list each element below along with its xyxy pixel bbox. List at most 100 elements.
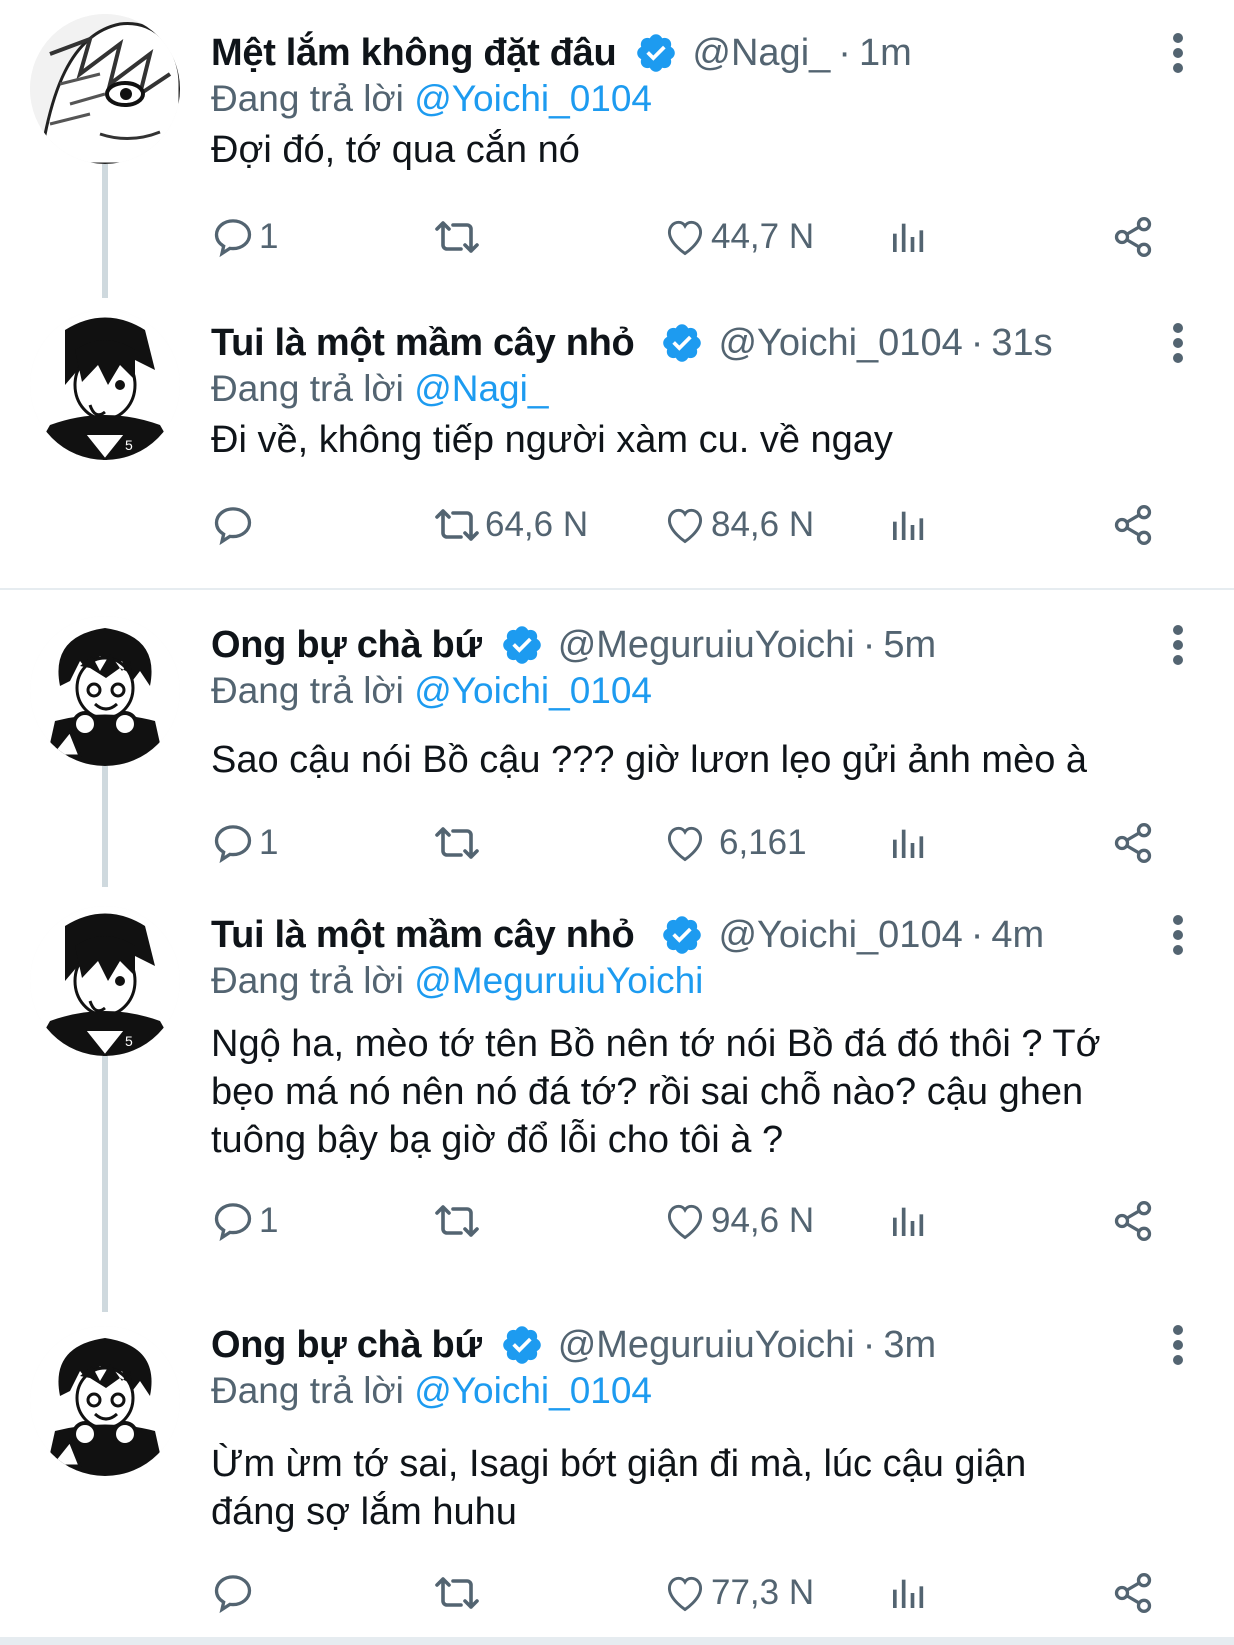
separator: · xyxy=(862,1323,876,1366)
tweet[interactable]: Ong bự chà bứ @MeguruiuYoichi · 3m Đang … xyxy=(0,1306,1234,1636)
more-options-icon[interactable] xyxy=(1166,622,1190,666)
avatar-white-hair-icon xyxy=(30,14,180,164)
tweet-text: Sao cậu nói Bồ cậu ??? giờ lươn lẹo gửi … xyxy=(211,739,1088,781)
views-button[interactable] xyxy=(888,212,928,262)
verified-badge-icon xyxy=(634,31,678,75)
retweet-button[interactable] xyxy=(433,1196,485,1246)
action-bar: 1 94,6 N xyxy=(211,1196,1161,1246)
retweet-icon xyxy=(433,213,481,261)
avatar-dark-hair-icon xyxy=(30,310,180,460)
like-button[interactable]: 94,6 N xyxy=(663,1196,814,1246)
timestamp[interactable]: 4m xyxy=(991,914,1044,957)
reply-button[interactable]: 1 xyxy=(211,818,278,868)
like-button[interactable]: 6,161 xyxy=(663,818,807,868)
reply-mention[interactable]: @Yoichi_0104 xyxy=(414,1370,652,1411)
reply-button[interactable]: 1 xyxy=(211,212,278,262)
separator: · xyxy=(970,913,984,956)
tweet-text-line: đáng sợ lắm huhu xyxy=(211,1491,517,1533)
share-button[interactable] xyxy=(1111,818,1155,868)
handle[interactable]: @Yoichi_0104 xyxy=(718,914,962,957)
handle[interactable]: @Nagi_ xyxy=(692,32,830,75)
retweet-button[interactable] xyxy=(433,212,485,262)
avatar[interactable] xyxy=(30,310,180,460)
tweet[interactable]: Tui là một mầm cây nhỏ @Yoichi_0104 · 31… xyxy=(0,304,1234,574)
views-button[interactable] xyxy=(888,500,928,550)
views-icon xyxy=(888,505,928,545)
tweet-text-line: Ngộ ha, mèo tớ tên Bồ nên tớ nói Bồ đá đ… xyxy=(211,1023,1101,1065)
timestamp[interactable]: 5m xyxy=(883,624,936,667)
views-icon xyxy=(888,1573,928,1613)
reply-mention[interactable]: @Yoichi_0104 xyxy=(414,670,652,711)
share-button[interactable] xyxy=(1111,1568,1155,1618)
like-button[interactable]: 44,7 N xyxy=(663,212,814,262)
avatar[interactable] xyxy=(30,906,180,1056)
tweet-text-line: bẹo má nó nên nó đá tớ? rồi sai chỗ nào?… xyxy=(211,1071,1084,1113)
share-icon xyxy=(1111,821,1155,865)
reply-mention[interactable]: @Yoichi_0104 xyxy=(414,78,652,119)
views-button[interactable] xyxy=(888,1196,928,1246)
replying-prefix: Đang trả lời xyxy=(211,960,404,1001)
like-button[interactable]: 84,6 N xyxy=(663,500,814,550)
heart-icon xyxy=(663,1571,707,1615)
separator: · xyxy=(838,31,851,74)
replying-prefix: Đang trả lời xyxy=(211,670,404,711)
retweet-button[interactable]: 64,6 N xyxy=(433,500,588,550)
share-button[interactable] xyxy=(1111,1196,1155,1246)
verified-badge-icon xyxy=(500,1323,544,1367)
heart-icon xyxy=(663,821,707,865)
display-name[interactable]: Tui là một mầm cây nhỏ xyxy=(211,322,635,365)
tweet-text: Ngộ ha, mèo tớ tên Bồ nên tớ nói Bồ đá đ… xyxy=(211,1020,1191,1164)
display-name[interactable]: Mệt lắm không đặt đâu xyxy=(211,32,617,75)
handle[interactable]: @MeguruiuYoichi xyxy=(558,1324,855,1367)
display-name[interactable]: Ong bự chà bứ xyxy=(211,1324,482,1367)
handle[interactable]: @Yoichi_0104 xyxy=(718,322,962,365)
views-button[interactable] xyxy=(888,818,928,868)
like-count: 94,6 N xyxy=(711,1201,815,1240)
retweet-button[interactable] xyxy=(433,818,485,868)
timestamp[interactable]: 31s xyxy=(991,322,1052,365)
views-button[interactable] xyxy=(888,1568,928,1618)
separator: · xyxy=(970,321,984,364)
views-icon xyxy=(888,217,928,257)
retweet-button[interactable] xyxy=(433,1568,485,1618)
share-button[interactable] xyxy=(1111,212,1155,262)
display-name[interactable]: Tui là một mầm cây nhỏ xyxy=(211,914,635,957)
more-options-icon[interactable] xyxy=(1166,1322,1190,1366)
avatar[interactable] xyxy=(30,1326,180,1476)
tweet[interactable]: Tui là một mầm cây nhỏ @Yoichi_0104 · 4m… xyxy=(0,896,1234,1256)
timestamp[interactable]: 1m xyxy=(859,32,912,75)
avatar[interactable] xyxy=(30,616,180,766)
retweet-icon xyxy=(433,1569,481,1617)
share-button[interactable] xyxy=(1111,500,1155,550)
reply-button[interactable] xyxy=(211,500,259,550)
reply-mention[interactable]: @Nagi_ xyxy=(414,368,548,409)
like-count: 44,7 N xyxy=(711,217,815,256)
reply-mention[interactable]: @MeguruiuYoichi xyxy=(414,960,703,1001)
views-icon xyxy=(888,823,928,863)
heart-icon xyxy=(663,1199,707,1243)
reply-count: 1 xyxy=(259,823,279,862)
action-bar: 64,6 N 84,6 N xyxy=(211,500,1161,550)
bottom-divider xyxy=(0,1637,1234,1645)
timestamp[interactable]: 3m xyxy=(883,1324,936,1367)
tweet-text: Ừm ừm tớ sai, Isagi bớt giận đi mà, lúc … xyxy=(211,1440,1191,1536)
tweet[interactable]: Mệt lắm không đặt đâu @Nagi_ · 1m Đang t… xyxy=(0,14,1234,294)
action-bar: 77,3 N xyxy=(211,1568,1161,1618)
replying-prefix: Đang trả lời xyxy=(211,1370,404,1411)
replying-prefix: Đang trả lời xyxy=(211,78,404,119)
handle[interactable]: @MeguruiuYoichi xyxy=(558,624,855,667)
replying-to: Đang trả lời @Yoichi_0104 xyxy=(211,78,652,120)
action-bar: 1 44,7 N xyxy=(211,212,1161,262)
avatar[interactable] xyxy=(30,14,180,164)
avatar-headphones-icon xyxy=(30,1326,180,1476)
display-name[interactable]: Ong bự chà bứ xyxy=(211,624,482,667)
more-options-icon[interactable] xyxy=(1166,30,1190,74)
replying-to: Đang trả lời @MeguruiuYoichi xyxy=(211,960,703,1002)
more-options-icon[interactable] xyxy=(1166,912,1190,956)
conversation-divider xyxy=(0,588,1234,590)
reply-button[interactable] xyxy=(211,1568,259,1618)
like-button[interactable]: 77,3 N xyxy=(663,1568,814,1618)
tweet[interactable]: Ong bự chà bứ @MeguruiuYoichi · 5m Đang … xyxy=(0,606,1234,876)
more-options-icon[interactable] xyxy=(1166,320,1190,364)
reply-button[interactable]: 1 xyxy=(211,1196,278,1246)
